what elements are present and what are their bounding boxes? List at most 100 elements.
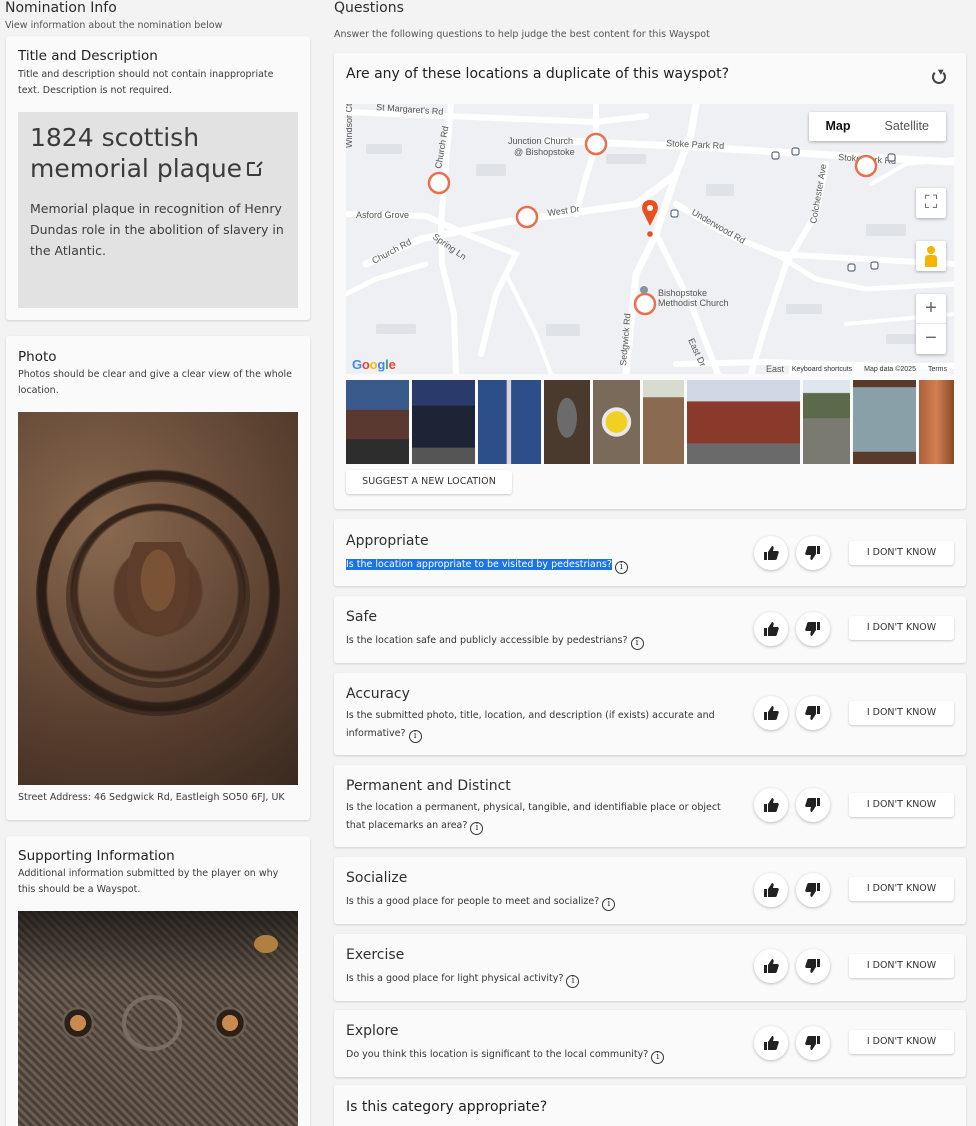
dont-know-button[interactable]: I DON'T KNOW — [849, 701, 954, 725]
existing-wayspot-marker — [515, 205, 539, 229]
photo-leaf-detail — [254, 935, 278, 953]
map-label: Methodist Church — [658, 298, 729, 308]
duplicate-map[interactable]: St Margaret's Rd Church Rd Junction Chur… — [346, 104, 954, 374]
question-card-explore: Explore Do you think this location is si… — [334, 1010, 966, 1077]
thumbs-up-button[interactable] — [754, 788, 788, 822]
title-description-card: Title and Description Title and descript… — [6, 36, 310, 320]
external-link-icon[interactable] — [247, 160, 264, 176]
dont-know-button[interactable]: I DON'T KNOW — [849, 954, 954, 978]
map-label: Church Rd — [370, 237, 413, 266]
question-card-accuracy: Accuracy Is the submitted photo, title, … — [334, 673, 966, 755]
dont-know-button[interactable]: I DON'T KNOW — [849, 793, 954, 817]
dont-know-button[interactable]: I DON'T KNOW — [849, 877, 954, 901]
thumbs-up-button[interactable] — [754, 1026, 788, 1060]
photo-card: Photo Photos should be clear and give a … — [6, 336, 310, 820]
duplicate-card: Are any of these locations a duplicate o… — [334, 53, 966, 509]
thumbs-down-icon — [805, 1036, 820, 1050]
thumbs-up-button[interactable] — [754, 949, 788, 983]
thumbs-up-icon — [764, 546, 779, 560]
thumbs-down-button[interactable] — [796, 949, 830, 983]
question-card-exercise: Exercise Is this a good place for light … — [334, 934, 966, 1001]
thumbs-up-button[interactable] — [754, 536, 788, 570]
zoom-in-icon[interactable]: + — [916, 294, 946, 324]
thumbs-up-icon — [764, 959, 779, 973]
zoom-out-icon[interactable]: − — [916, 324, 946, 354]
nearby-photo-thumb[interactable] — [853, 380, 916, 464]
thumbs-down-button[interactable] — [796, 696, 830, 730]
nomination-photo[interactable] — [18, 412, 298, 785]
thumbs-down-icon — [805, 959, 820, 973]
photo-emblem-detail — [122, 995, 182, 1051]
thumbs-up-icon — [764, 706, 779, 720]
question-label: Explore — [346, 1023, 399, 1039]
existing-wayspot-marker — [584, 132, 608, 156]
thumbs-down-button[interactable] — [796, 1026, 830, 1060]
nomination-subheading: View information about the nomination be… — [5, 20, 223, 31]
thumbs-down-button[interactable] — [796, 536, 830, 570]
thumbs-up-button[interactable] — [754, 612, 788, 646]
nearby-photo-thumb[interactable] — [412, 380, 475, 464]
dont-know-button[interactable]: I DON'T KNOW — [849, 1030, 954, 1054]
info-icon[interactable]: i — [630, 637, 644, 650]
map-label: East — [766, 364, 785, 374]
nomination-title-text: 1824 scottish memorial plaque — [30, 123, 243, 183]
thumbs-up-button[interactable] — [754, 696, 788, 730]
question-text: Is the submitted photo, title, location,… — [346, 710, 715, 743]
info-icon[interactable]: i — [566, 975, 580, 988]
map-type-toggle: Map Satellite — [808, 112, 946, 141]
map-roads: St Margaret's Rd Church Rd Junction Chur… — [346, 104, 954, 374]
pegman-icon[interactable] — [916, 241, 946, 271]
info-icon[interactable]: i — [614, 561, 628, 574]
question-label: Appropriate — [346, 533, 429, 549]
satellite-tab[interactable]: Satellite — [868, 112, 946, 141]
card-description: Title and description should not contain… — [18, 69, 274, 96]
thumbs-down-icon — [805, 546, 820, 560]
dont-know-button[interactable]: I DON'T KNOW — [849, 616, 954, 640]
fullscreen-icon[interactable]: ⛶ — [916, 188, 946, 218]
thumbs-down-button[interactable] — [796, 612, 830, 646]
thumbs-up-icon — [764, 622, 779, 636]
card-title: Title and Description — [18, 48, 158, 64]
nomination-title-box: 1824 scottish memorial plaque Memorial p… — [18, 112, 298, 308]
question-card-socialize: Socialize Is this a good place for peopl… — [334, 857, 966, 924]
card-description: Additional information submitted by the … — [18, 868, 279, 895]
nearby-photo-thumb[interactable] — [803, 380, 850, 464]
nearby-photo-thumb[interactable] — [478, 380, 541, 464]
terms-link[interactable]: Terms — [928, 366, 947, 373]
nomination-title[interactable]: 1824 scottish memorial plaque — [30, 122, 290, 184]
map-tab[interactable]: Map — [809, 112, 868, 141]
nearby-photo-thumb[interactable] — [643, 380, 684, 464]
question-text: Is this a good place for light physical … — [346, 970, 736, 988]
google-logo: Google — [352, 357, 396, 372]
question-text: Is the location appropriate to be visite… — [346, 556, 736, 574]
suggest-location-button[interactable]: SUGGEST A NEW LOCATION — [346, 470, 512, 494]
question-card-safe: Safe Is the location safe and publicly a… — [334, 596, 966, 663]
refresh-icon[interactable] — [932, 70, 946, 84]
nearby-photo-thumb[interactable] — [687, 380, 800, 464]
card-title: Photo — [18, 349, 57, 365]
thumbs-down-button[interactable] — [796, 788, 830, 822]
nearby-photo-thumb[interactable] — [346, 380, 409, 464]
question-card-appropriate: Appropriate Is the location appropriate … — [334, 519, 966, 586]
thumbs-up-button[interactable] — [754, 873, 788, 907]
dont-know-button[interactable]: I DON'T KNOW — [849, 541, 954, 565]
map-footer: Keyboard shortcuts Map data ©2025 Terms — [788, 365, 950, 374]
question-text: Is this a good place for people to meet … — [346, 893, 736, 911]
question-label: Permanent and Distinct — [346, 778, 511, 794]
supporting-photo[interactable] — [18, 911, 298, 1126]
thumbs-down-button[interactable] — [796, 873, 830, 907]
info-icon[interactable]: i — [470, 822, 484, 835]
nearby-photo-thumb[interactable] — [919, 380, 954, 464]
card-title: Supporting Information — [18, 848, 175, 864]
existing-wayspot-marker — [427, 171, 451, 195]
info-icon[interactable]: i — [651, 1051, 665, 1064]
thumbs-up-icon — [764, 1036, 779, 1050]
nomination-pin-icon — [642, 200, 658, 226]
info-icon[interactable]: i — [408, 730, 422, 743]
info-icon[interactable]: i — [602, 898, 616, 911]
nearby-photo-thumb[interactable] — [544, 380, 590, 464]
category-question: Is this category appropriate? — [346, 1099, 548, 1115]
photo-hole-detail — [214, 1007, 246, 1039]
nearby-photo-thumb[interactable] — [593, 380, 640, 464]
keyboard-shortcuts-link[interactable]: Keyboard shortcuts — [792, 366, 852, 373]
